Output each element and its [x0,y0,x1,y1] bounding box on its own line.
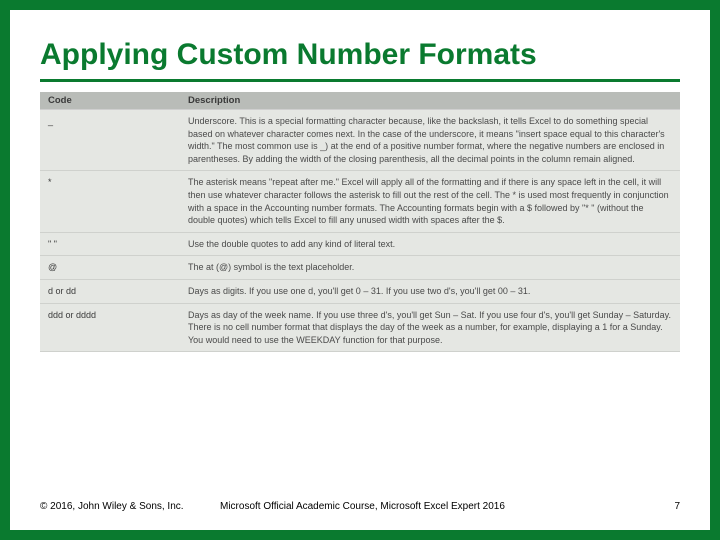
table-row: _ Underscore. This is a special formatti… [40,110,680,171]
desc-cell: Underscore. This is a special formatting… [180,110,680,171]
course-name: Microsoft Official Academic Course, Micr… [220,501,640,512]
table-row: d or dd Days as digits. If you use one d… [40,279,680,303]
desc-cell: The asterisk means "repeat after me." Ex… [180,171,680,232]
format-codes-table: Code Description _ Underscore. This is a… [40,92,680,352]
table-row: ddd or dddd Days as day of the week name… [40,303,680,352]
desc-cell: Days as day of the week name. If you use… [180,303,680,352]
code-cell: ddd or dddd [40,303,180,352]
desc-cell: The at (@) symbol is the text placeholde… [180,256,680,280]
page-number: 7 [640,501,680,512]
header-code: Code [40,92,180,110]
format-codes-table-wrap: Code Description _ Underscore. This is a… [40,92,680,489]
page-title: Applying Custom Number Formats [40,38,680,82]
desc-cell: Days as digits. If you use one d, you'll… [180,279,680,303]
code-cell: _ [40,110,180,171]
code-cell: * [40,171,180,232]
header-description: Description [180,92,680,110]
code-cell: d or dd [40,279,180,303]
copyright: © 2016, John Wiley & Sons, Inc. [40,501,220,512]
code-cell: @ [40,256,180,280]
desc-cell: Use the double quotes to add any kind of… [180,232,680,256]
footer: © 2016, John Wiley & Sons, Inc. Microsof… [40,489,680,512]
slide: Applying Custom Number Formats Code Desc… [10,10,710,530]
table-row: " " Use the double quotes to add any kin… [40,232,680,256]
table-row: * The asterisk means "repeat after me." … [40,171,680,232]
code-cell: " " [40,232,180,256]
table-row: @ The at (@) symbol is the text placehol… [40,256,680,280]
